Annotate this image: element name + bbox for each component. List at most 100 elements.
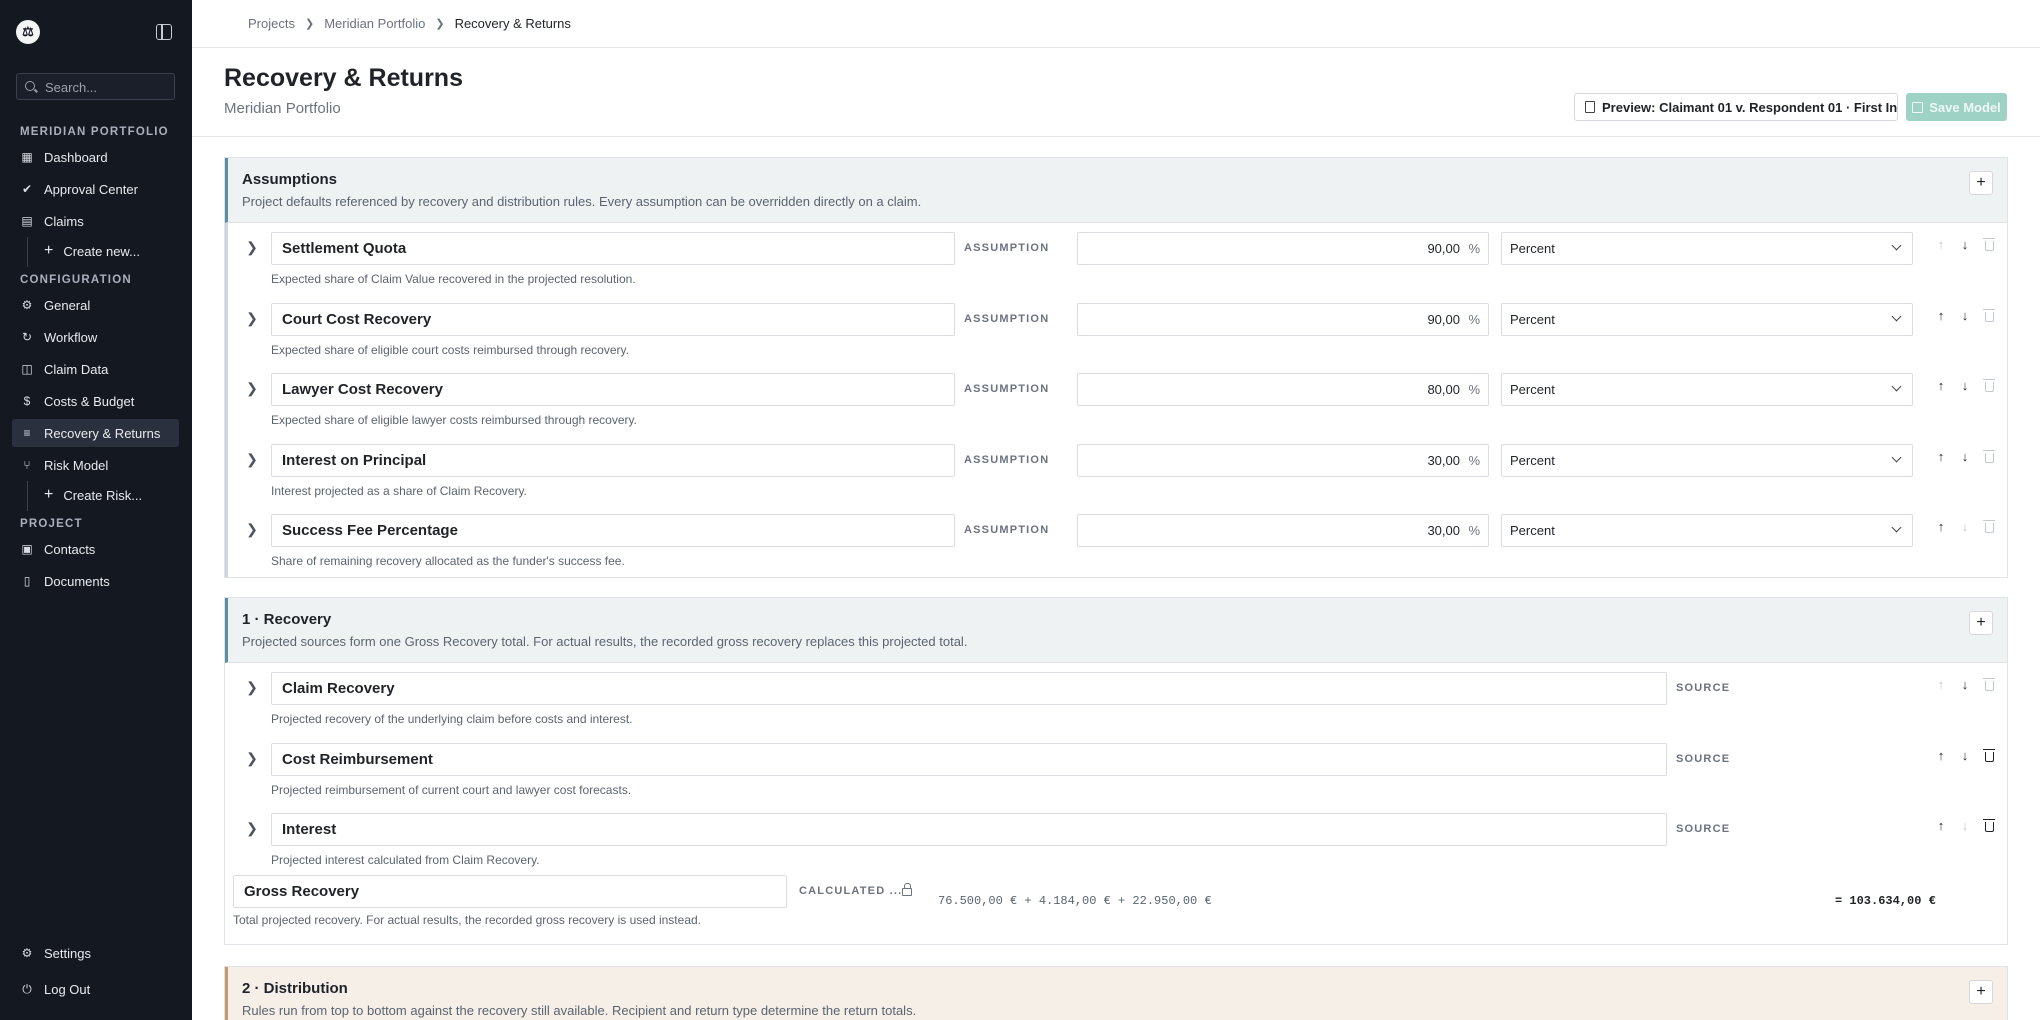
assumption-row: ❯ Success Fee Percentage ASSUMPTION 30,0… bbox=[228, 513, 2007, 583]
nav-logout[interactable]: ⏻ Log Out bbox=[12, 975, 179, 1003]
move-up-icon[interactable]: ↑ bbox=[1929, 517, 1953, 535]
row-actions: ↑ ↓ bbox=[1929, 816, 2001, 834]
nav-settings[interactable]: ⚙ Settings bbox=[12, 939, 179, 967]
nav-claims[interactable]: ▤ Claims bbox=[12, 207, 179, 235]
nav-workflow[interactable]: ↻ Workflow bbox=[12, 323, 179, 351]
nav-label: Settings bbox=[44, 945, 91, 961]
nav-approval-center[interactable]: ✔ Approval Center bbox=[12, 175, 179, 203]
rule-kind-label: SOURCE bbox=[1676, 753, 1731, 765]
nav-contacts[interactable]: ▣ Contacts bbox=[12, 535, 179, 563]
move-down-icon[interactable]: ↓ bbox=[1953, 517, 1977, 535]
search-input[interactable] bbox=[45, 78, 169, 96]
trash-icon[interactable] bbox=[1977, 447, 2001, 465]
value-type-select[interactable]: Percent bbox=[1501, 303, 1913, 336]
chevron-right-icon: ❯ bbox=[435, 18, 445, 30]
list-icon: ≡ bbox=[23, 426, 31, 440]
assumption-value-input[interactable]: 90,00 % bbox=[1077, 232, 1489, 265]
nav-risk-model[interactable]: ⑂ Risk Model bbox=[12, 451, 179, 479]
trash-icon[interactable] bbox=[1977, 816, 2001, 834]
breadcrumb-projects[interactable]: Projects bbox=[248, 16, 295, 31]
trash-icon[interactable] bbox=[1977, 746, 2001, 764]
rule-name-input[interactable]: Court Cost Recovery bbox=[271, 303, 955, 336]
chevron-right-icon[interactable]: ❯ bbox=[244, 310, 260, 326]
chevron-right-icon[interactable]: ❯ bbox=[244, 380, 260, 396]
add-assumption-button[interactable]: + bbox=[1969, 171, 1993, 195]
trash-icon[interactable] bbox=[1977, 376, 2001, 394]
plus-icon: + bbox=[44, 242, 54, 259]
value-type-select[interactable]: Percent bbox=[1501, 373, 1913, 406]
create-new-label: Create new... bbox=[63, 243, 140, 259]
nav-claim-data[interactable]: ◫ Claim Data bbox=[12, 355, 179, 383]
breadcrumb: Projects ❯ Meridian Portfolio ❯ Recovery… bbox=[248, 16, 571, 31]
rule-name-input[interactable]: Interest on Principal bbox=[271, 444, 955, 477]
move-up-icon[interactable]: ↑ bbox=[1929, 376, 1953, 394]
rule-description: Projected recovery of the underlying cla… bbox=[271, 712, 633, 726]
move-up-icon[interactable]: ↑ bbox=[1929, 816, 1953, 834]
save-model-button[interactable]: Save Model bbox=[1906, 93, 2007, 121]
trash-icon[interactable] bbox=[1977, 306, 2001, 324]
nav-costs-budget[interactable]: $ Costs & Budget bbox=[12, 387, 179, 415]
add-recovery-button[interactable]: + bbox=[1969, 611, 1993, 635]
move-down-icon[interactable]: ↓ bbox=[1953, 447, 1977, 465]
add-distribution-button[interactable]: + bbox=[1969, 980, 1993, 1004]
section-label-project: PROJECT bbox=[20, 518, 83, 530]
assumptions-rows: ❯ Settlement Quota ASSUMPTION 90,00 % Pe… bbox=[225, 223, 2007, 577]
section-label-portfolio: MERIDIAN PORTFOLIO bbox=[20, 126, 169, 138]
assumptions-title: Assumptions bbox=[242, 171, 338, 188]
nav-documents[interactable]: ▯ Documents bbox=[12, 567, 179, 595]
sidebar-toggle-icon[interactable] bbox=[156, 24, 172, 40]
value-type-select[interactable]: Percent bbox=[1501, 514, 1913, 547]
chevron-right-icon[interactable]: ❯ bbox=[244, 239, 260, 255]
nav-recovery-returns[interactable]: ≡ Recovery & Returns bbox=[12, 419, 179, 447]
move-up-icon[interactable]: ↑ bbox=[1929, 235, 1953, 253]
move-up-icon[interactable]: ↑ bbox=[1929, 675, 1953, 693]
assumption-value-input[interactable]: 30,00 % bbox=[1077, 514, 1489, 547]
nav-general[interactable]: ⚙ General bbox=[12, 291, 179, 319]
preview-claim-select[interactable]: Preview: Claimant 01 v. Respondent 01 · … bbox=[1574, 93, 1898, 121]
calculated-formula: 76.500,00 € + 4.184,00 € + 22.950,00 € bbox=[938, 894, 1212, 908]
assumption-value-input[interactable]: 90,00 % bbox=[1077, 303, 1489, 336]
move-down-icon[interactable]: ↓ bbox=[1953, 746, 1977, 764]
rule-name-input[interactable]: Settlement Quota bbox=[271, 232, 955, 265]
chevron-down-icon bbox=[1891, 381, 1902, 392]
chevron-right-icon[interactable]: ❯ bbox=[244, 820, 260, 836]
trash-icon[interactable] bbox=[1977, 235, 2001, 253]
move-down-icon[interactable]: ↓ bbox=[1953, 675, 1977, 693]
chevron-right-icon[interactable]: ❯ bbox=[244, 521, 260, 537]
move-up-icon[interactable]: ↑ bbox=[1929, 746, 1953, 764]
move-down-icon[interactable]: ↓ bbox=[1953, 235, 1977, 253]
chevron-right-icon[interactable]: ❯ bbox=[244, 750, 260, 766]
select-value: Percent bbox=[1510, 312, 1555, 327]
trash-icon[interactable] bbox=[1977, 675, 2001, 693]
chevron-right-icon[interactable]: ❯ bbox=[244, 679, 260, 695]
move-down-icon[interactable]: ↓ bbox=[1953, 306, 1977, 324]
move-up-icon[interactable]: ↑ bbox=[1929, 447, 1953, 465]
assumption-value-input[interactable]: 80,00 % bbox=[1077, 373, 1489, 406]
calculated-description: Total projected recovery. For actual res… bbox=[233, 913, 701, 927]
move-down-icon[interactable]: ↓ bbox=[1953, 816, 1977, 834]
rule-name-input[interactable]: Success Fee Percentage bbox=[271, 514, 955, 547]
scales-logo-icon[interactable]: ⚖ bbox=[16, 20, 40, 44]
move-down-icon[interactable]: ↓ bbox=[1953, 376, 1977, 394]
assumption-value-input[interactable]: 30,00 % bbox=[1077, 444, 1489, 477]
rule-name-input[interactable]: Lawyer Cost Recovery bbox=[271, 373, 955, 406]
nav-label: General bbox=[44, 297, 91, 313]
rule-name-input[interactable]: Claim Recovery bbox=[271, 672, 1667, 705]
row-actions: ↑ ↓ bbox=[1929, 675, 2001, 693]
create-claim-link[interactable]: + Create new... bbox=[44, 240, 140, 262]
value-type-select[interactable]: Percent bbox=[1501, 232, 1913, 265]
rule-name-input[interactable]: Cost Reimbursement bbox=[271, 743, 1667, 776]
create-risk-link[interactable]: + Create Risk... bbox=[44, 484, 142, 506]
lock-icon bbox=[902, 883, 912, 896]
distribution-title: 2 · Distribution bbox=[242, 980, 348, 997]
sidebar-search[interactable] bbox=[16, 73, 175, 100]
rule-name-input[interactable]: Interest bbox=[271, 813, 1667, 846]
breadcrumb-portfolio[interactable]: Meridian Portfolio bbox=[324, 16, 425, 31]
move-up-icon[interactable]: ↑ bbox=[1929, 306, 1953, 324]
value-type-select[interactable]: Percent bbox=[1501, 444, 1913, 477]
trash-icon[interactable] bbox=[1977, 517, 2001, 535]
unit-text: % bbox=[1468, 523, 1480, 538]
calculated-name-input[interactable]: Gross Recovery bbox=[233, 875, 787, 908]
nav-dashboard[interactable]: ▦ Dashboard bbox=[12, 143, 179, 171]
chevron-right-icon[interactable]: ❯ bbox=[244, 451, 260, 467]
